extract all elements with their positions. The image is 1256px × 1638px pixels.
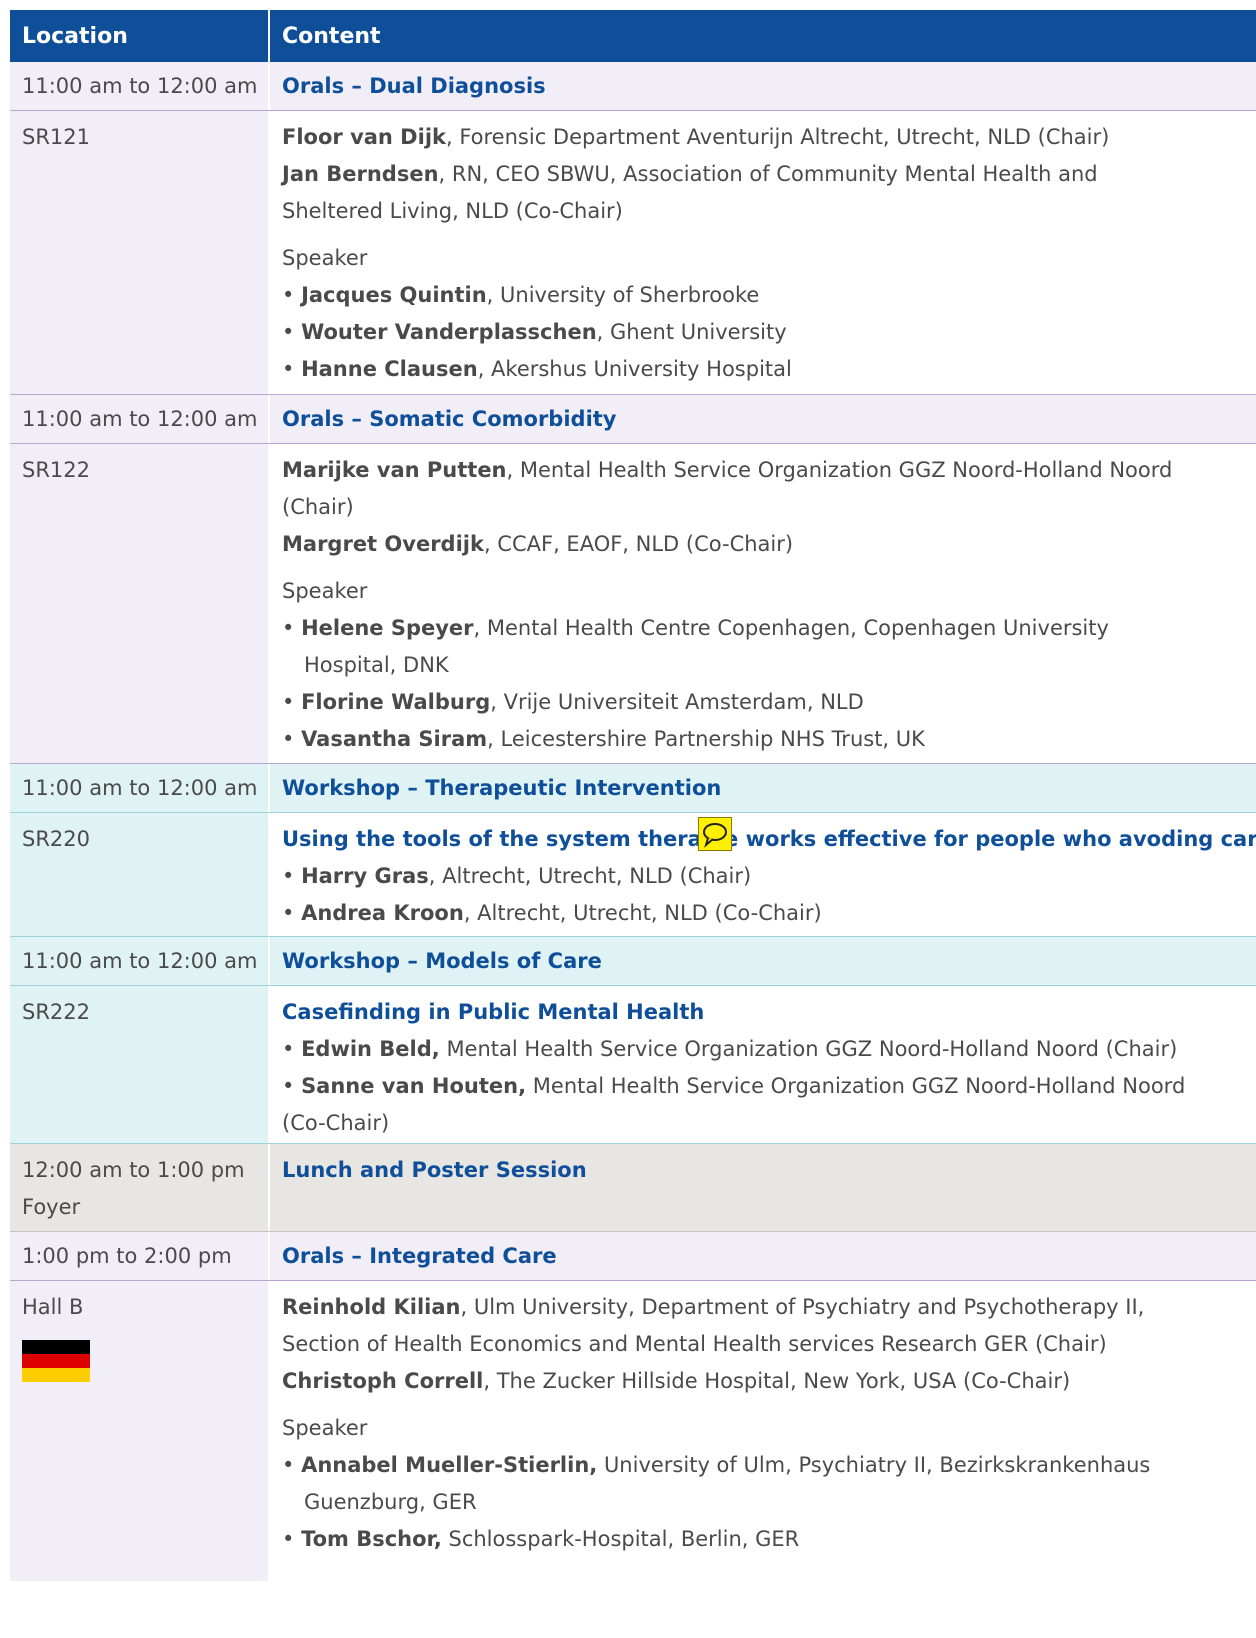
speaker-item-continued: Guenzburg, GER [304, 1490, 477, 1514]
speaker-item: Tom Bschor, Schlosspark-Hospital, Berlin… [282, 1521, 1256, 1558]
session-room: SR220 [10, 813, 270, 936]
lunch-time-location: 12:00 am to 1:00 pm Foyer [10, 1144, 270, 1231]
session-detail-row: Hall B Reinhold Kilian, Ulm University, … [10, 1281, 1256, 1581]
chair-line: Reinhold Kilian, Ulm University, Departm… [282, 1295, 1145, 1319]
session-title-row: 11:00 am to 12:00 am Workshop – Models o… [10, 937, 1256, 986]
participant-item: Sanne van Houten, Mental Health Service … [282, 1068, 1256, 1105]
speaker-label: Speaker [282, 1416, 368, 1440]
chair-line: Marijke van Putten, Mental Health Servic… [282, 458, 1173, 482]
participant-item: Edwin Beld, Mental Health Service Organi… [282, 1031, 1256, 1068]
speaker-item: Hanne Clausen, Akershus University Hospi… [282, 351, 1256, 388]
participant-item: Harry Gras, Altrecht, Utrecht, NLD (Chai… [282, 858, 1256, 895]
session-time: 11:00 am to 12:00 am [10, 764, 270, 812]
speaker-item: Florine Walburg, Vrije Universiteit Amst… [282, 684, 1256, 721]
session-title: Workshop – Models of Care [282, 949, 602, 973]
session-title-row: 11:00 am to 12:00 am Orals – Dual Diagno… [10, 62, 1256, 111]
session-content: Marijke van Putten, Mental Health Servic… [270, 444, 1256, 763]
session-time: 1:00 pm to 2:00 pm [10, 1232, 270, 1280]
session-content: Casefinding in Public Mental Health Edwi… [270, 986, 1256, 1143]
session-detail-row: SR222 Casefinding in Public Mental Healt… [10, 986, 1256, 1144]
session-detail-row: SR220 Using the tools of the system ther… [10, 813, 1256, 937]
speaker-item: Jacques Quintin, University of Sherbrook… [282, 277, 1256, 314]
chair-line: (Chair) [282, 495, 354, 519]
session-detail-row: SR121 Floor van Dijk, Forensic Departmen… [10, 111, 1256, 395]
speaker-item: Vasantha Siram, Leicestershire Partnersh… [282, 721, 1256, 758]
lunch-row: 12:00 am to 1:00 pm Foyer Lunch and Post… [10, 1144, 1256, 1232]
flag-stripe [22, 1354, 90, 1368]
session-title: Orals – Somatic Comorbidity [282, 407, 617, 431]
table-header: Location Content [10, 10, 1256, 62]
chair-line: Margret Overdijk, CCAF, EAOF, NLD (Co-Ch… [282, 532, 794, 556]
session-title-row: 11:00 am to 12:00 am Workshop – Therapeu… [10, 764, 1256, 813]
session-title-row: 1:00 pm to 2:00 pm Orals – Integrated Ca… [10, 1232, 1256, 1281]
flag-stripe [22, 1368, 90, 1382]
chair-line: Jan Berndsen, RN, CEO SBWU, Association … [282, 162, 1098, 186]
chair-line: Christoph Correll, The Zucker Hillside H… [282, 1369, 1071, 1393]
session-room: SR121 [10, 111, 270, 394]
program-table: Location Content 11:00 am to 12:00 am Or… [10, 10, 1256, 1581]
speaker-item: Annabel Mueller-Stierlin, University of … [282, 1447, 1256, 1484]
chair-line: Sheltered Living, NLD (Co-Chair) [282, 199, 623, 223]
speaker-item: Wouter Vanderplasschen, Ghent University [282, 314, 1256, 351]
session-room: SR222 [10, 986, 270, 1143]
participant-item: Andrea Kroon, Altrecht, Utrecht, NLD (Co… [282, 895, 1256, 932]
header-location: Location [10, 10, 270, 62]
speaker-label: Speaker [282, 579, 368, 603]
session-time: 11:00 am to 12:00 am [10, 62, 270, 110]
flag-stripe [22, 1340, 90, 1354]
session-content: Reinhold Kilian, Ulm University, Departm… [270, 1281, 1256, 1581]
session-time: 11:00 am to 12:00 am [10, 937, 270, 985]
session-content: Floor van Dijk, Forensic Department Aven… [270, 111, 1256, 394]
german-flag-icon [22, 1340, 90, 1382]
session-room: SR122 [10, 444, 270, 763]
header-content: Content [282, 23, 381, 49]
participant-item-continued: (Co-Chair) [282, 1111, 390, 1135]
session-content: Using the tools of the system therapie w… [270, 813, 1256, 936]
session-detail-row: SR122 Marijke van Putten, Mental Health … [10, 444, 1256, 764]
speaker-item: Helene Speyer, Mental Health Centre Cope… [282, 610, 1256, 647]
workshop-subtitle: Casefinding in Public Mental Health [282, 1000, 705, 1024]
session-title: Orals – Dual Diagnosis [282, 74, 546, 98]
session-title: Workshop – Therapeutic Intervention [282, 776, 722, 800]
session-title-row: 11:00 am to 12:00 am Orals – Somatic Com… [10, 395, 1256, 444]
session-room: Hall B [10, 1281, 270, 1581]
chair-line: Section of Health Economics and Mental H… [282, 1332, 1107, 1356]
speech-bubble-icon[interactable] [698, 817, 732, 851]
chair-line: Floor van Dijk, Forensic Department Aven… [282, 125, 1110, 149]
session-title: Orals – Integrated Care [282, 1244, 557, 1268]
workshop-subtitle: Using the tools of the system therapie w… [282, 827, 1256, 851]
speaker-item-continued: Hospital, DNK [304, 653, 449, 677]
lunch-title: Lunch and Poster Session [282, 1158, 587, 1182]
speaker-label: Speaker [282, 246, 368, 270]
session-time: 11:00 am to 12:00 am [10, 395, 270, 443]
